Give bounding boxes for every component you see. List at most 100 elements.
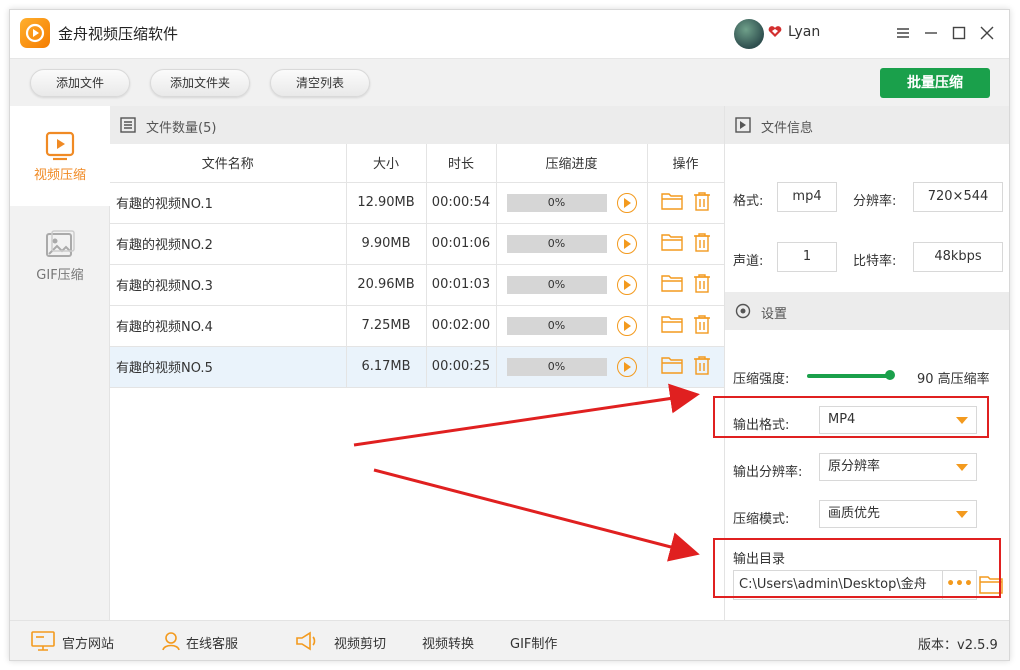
open-folder-icon[interactable] <box>660 192 683 214</box>
chevron-down-icon <box>956 464 968 471</box>
sidebar-item-label: 视频压缩 <box>33 168 86 183</box>
play-icon[interactable] <box>616 233 637 254</box>
compress-mode-select[interactable]: 画质优先 <box>819 500 977 528</box>
avatar[interactable] <box>734 19 764 49</box>
maximize-icon[interactable] <box>948 22 970 44</box>
format-value: mp4 <box>777 182 837 212</box>
table-header-row: 文件名称 大小 时长 压缩进度 操作 <box>110 144 725 183</box>
open-folder-icon[interactable] <box>660 315 683 337</box>
file-progress-cell: 0% <box>496 264 648 306</box>
open-folder-icon[interactable] <box>660 274 683 296</box>
file-actions-cell <box>647 346 725 388</box>
file-duration-cell: 00:00:54 <box>426 182 497 224</box>
file-size-cell: 7.25MB <box>346 305 427 347</box>
table-row[interactable]: 有趣的视频NO.2 9.90MB 00:01:06 0% <box>110 223 725 265</box>
play-icon[interactable] <box>616 356 637 377</box>
menu-icon[interactable] <box>892 22 914 44</box>
strength-slider-knob[interactable] <box>885 370 895 380</box>
delete-icon[interactable] <box>693 191 711 215</box>
file-info-title: 文件信息 <box>761 121 814 136</box>
file-list-header: 文件数量(5) <box>110 106 724 144</box>
file-progress-cell: 0% <box>496 346 648 388</box>
add-file-button[interactable]: 添加文件 <box>30 69 130 97</box>
progress-bar: 0% <box>506 193 607 212</box>
resolution-label: 分辨率: <box>853 194 897 209</box>
file-duration-cell: 00:00:25 <box>426 346 497 388</box>
title-bar: 金舟视频压缩软件 Lyan <box>10 10 1009 58</box>
video-cut-link[interactable]: 视频剪切 <box>334 633 386 652</box>
progress-bar: 0% <box>506 316 607 335</box>
column-header-actions: 操作 <box>647 144 725 183</box>
column-header-name: 文件名称 <box>110 144 347 183</box>
official-site-link[interactable]: 官方网站 <box>62 633 114 652</box>
file-progress-cell: 0% <box>496 223 648 265</box>
play-icon[interactable] <box>616 315 637 336</box>
chevron-down-icon <box>956 511 968 518</box>
clear-list-button[interactable]: 清空列表 <box>270 69 370 97</box>
app-window: 金舟视频压缩软件 Lyan 添加文件 添加文件夹 清空列表 批量压缩 视频压缩 … <box>9 9 1010 661</box>
channel-value: 1 <box>777 242 837 272</box>
file-actions-cell <box>647 223 725 265</box>
strength-slider[interactable] <box>807 374 889 378</box>
settings-header: 设置 <box>725 292 1009 330</box>
file-name-cell: 有趣的视频NO.4 <box>110 305 347 347</box>
file-duration-cell: 00:01:03 <box>426 264 497 306</box>
minimize-icon[interactable] <box>920 22 942 44</box>
close-icon[interactable] <box>976 22 998 44</box>
table-row[interactable]: 有趣的视频NO.1 12.90MB 00:00:54 0% <box>110 182 725 224</box>
vip-heart-icon <box>768 26 782 42</box>
open-folder-icon[interactable] <box>660 356 683 378</box>
delete-icon[interactable] <box>693 273 711 297</box>
online-support-link[interactable]: 在线客服 <box>186 633 238 652</box>
output-resolution-label: 输出分辨率: <box>733 465 803 480</box>
delete-icon[interactable] <box>693 314 711 338</box>
toolbar: 添加文件 添加文件夹 清空列表 批量压缩 <box>10 58 1009 106</box>
video-compress-icon <box>44 130 76 166</box>
compress-mode-label: 压缩模式: <box>733 512 790 527</box>
file-actions-cell <box>647 264 725 306</box>
bitrate-label: 比特率: <box>853 254 897 269</box>
app-logo-icon <box>20 18 50 48</box>
delete-icon[interactable] <box>693 355 711 379</box>
resolution-value: 720×544 <box>913 182 1003 212</box>
gif-compress-icon <box>44 230 76 266</box>
add-folder-button[interactable]: 添加文件夹 <box>150 69 250 97</box>
play-icon[interactable] <box>616 274 637 295</box>
highlight-box-output-dir <box>713 538 1001 598</box>
file-name-cell: 有趣的视频NO.5 <box>110 346 347 388</box>
delete-icon[interactable] <box>693 232 711 256</box>
gif-make-link[interactable]: GIF制作 <box>510 633 557 652</box>
play-icon[interactable] <box>616 192 637 213</box>
table-row[interactable]: 有趣的视频NO.4 7.25MB 00:02:00 0% <box>110 305 725 347</box>
sidebar-item-video-compress[interactable]: 视频压缩 <box>10 106 110 206</box>
file-size-cell: 9.90MB <box>346 223 427 265</box>
progress-bar: 0% <box>506 357 607 376</box>
highlight-box-output-format <box>713 396 989 438</box>
batch-compress-button[interactable]: 批量压缩 <box>880 68 990 98</box>
promo-megaphone-icon <box>294 630 318 656</box>
settings-title: 设置 <box>761 307 788 322</box>
footer: 官方网站 在线客服 视频剪切 视频转换 GIF制作 版本：v2.5.9 <box>10 620 1009 660</box>
file-duration-cell: 00:01:06 <box>426 223 497 265</box>
file-size-cell: 20.96MB <box>346 264 427 306</box>
output-resolution-select[interactable]: 原分辨率 <box>819 453 977 481</box>
open-folder-icon[interactable] <box>660 233 683 255</box>
monitor-icon <box>30 630 56 656</box>
user-name[interactable]: Lyan <box>788 24 820 40</box>
sidebar-item-gif-compress[interactable]: GIF压缩 <box>10 206 110 306</box>
channel-label: 声道: <box>733 254 764 269</box>
column-header-size: 大小 <box>346 144 427 183</box>
file-name-cell: 有趣的视频NO.2 <box>110 223 347 265</box>
file-info-icon <box>735 117 751 137</box>
strength-label: 压缩强度: <box>733 372 790 387</box>
progress-bar: 0% <box>506 275 607 294</box>
table-row[interactable]: 有趣的视频NO.3 20.96MB 00:01:03 0% <box>110 264 725 306</box>
right-panel: 文件信息 格式: mp4 分辨率: 720×544 声道: 1 比特率: 48k… <box>713 106 1009 620</box>
video-convert-link[interactable]: 视频转换 <box>422 633 474 652</box>
file-name-cell: 有趣的视频NO.1 <box>110 182 347 224</box>
column-header-progress: 压缩进度 <box>496 144 648 183</box>
bitrate-value: 48kbps <box>913 242 1003 272</box>
file-progress-cell: 0% <box>496 182 648 224</box>
strength-value: 90 高压缩率 <box>917 372 990 387</box>
table-row[interactable]: 有趣的视频NO.5 6.17MB 00:00:25 0% <box>110 346 725 388</box>
